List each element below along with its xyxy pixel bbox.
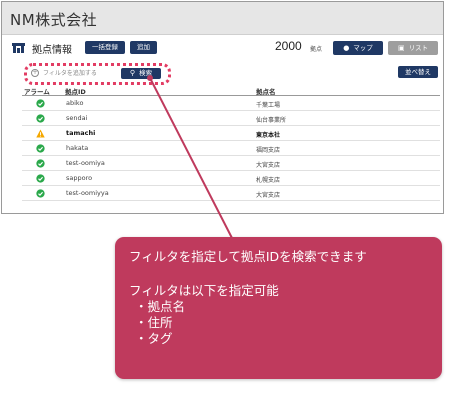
location-name-cell: 大宮支店 [256, 162, 281, 169]
callout-box: フィルタを指定して拠点IDを検索できます フィルタは以下を指定可能 ・拠点名 ・… [115, 237, 442, 379]
search-button[interactable]: ⚲ 検索 [121, 68, 161, 79]
ok-check-icon [36, 174, 45, 183]
ok-check-icon [36, 159, 45, 168]
location-name-cell: 仙台事業所 [256, 117, 287, 124]
ok-check-icon [36, 114, 45, 123]
warning-icon [36, 129, 45, 138]
ok-check-icon [36, 189, 45, 198]
location-name-cell: 大宮支店 [256, 192, 281, 199]
location-name-cell: 福岡支店 [256, 147, 281, 154]
location-id-cell: test-oomiyya [66, 189, 109, 197]
table-row[interactable]: tamachi 東京本社 [22, 126, 440, 141]
map-view-label: マップ [353, 44, 373, 52]
location-id-cell: abiko [66, 99, 84, 107]
location-id-cell: test-oomiya [66, 159, 105, 167]
table-row[interactable]: hakata 福岡支店 [22, 141, 440, 156]
map-view-button[interactable]: ● マップ [333, 41, 383, 55]
page-title: 拠点情報 [32, 45, 72, 56]
add-button[interactable]: 追加 [130, 41, 157, 54]
filter-input[interactable]: + フィルタを追加する [31, 68, 115, 80]
table-row[interactable]: sapporo 札幌支店 [22, 171, 440, 186]
callout-line-1: フィルタを指定して拠点IDを検索できます [129, 249, 367, 264]
table-row[interactable]: sendai 仙台事業所 [22, 111, 440, 126]
map-pin-icon: ● [343, 44, 350, 52]
search-icon: ⚲ [129, 69, 136, 77]
location-id-cell: sapporo [66, 174, 93, 182]
header-alarm: アラーム [24, 88, 50, 96]
location-icon [12, 43, 25, 53]
table-header: アラーム 拠点ID 拠点名 [22, 85, 440, 96]
callout-item: ・住所 [135, 315, 173, 330]
location-table: アラーム 拠点ID 拠点名 abiko 千葉工場 sendai 仙台事業所 tamach… [22, 85, 440, 201]
bulk-register-button[interactable]: 一括登録 [85, 41, 125, 54]
location-name-cell: 東京本社 [256, 132, 281, 139]
sort-button[interactable]: 並べ替え [398, 66, 438, 78]
app-window: NM株式会社 拠点情報 一括登録 追加 2000 拠点 ● マップ ▣ リスト + … [1, 1, 444, 214]
app-header: NM株式会社 [2, 2, 443, 35]
location-name-cell: 札幌支店 [256, 177, 281, 184]
location-id-cell: sendai [66, 114, 88, 122]
callout-item: ・タグ [135, 331, 173, 346]
list-view-label: リスト [408, 44, 429, 52]
ok-check-icon [36, 99, 45, 108]
location-id-cell: tamachi [66, 129, 96, 137]
callout-item: ・拠点名 [135, 299, 186, 314]
search-label: 検索 [139, 69, 153, 77]
table-body: abiko 千葉工場 sendai 仙台事業所 tamachi 東京本社 hakata 福岡支… [22, 96, 440, 201]
table-row[interactable]: test-oomiya 大宮支店 [22, 156, 440, 171]
location-count: 2000 [275, 39, 302, 53]
header-location-id: 拠点ID [65, 88, 86, 96]
filter-placeholder: フィルタを追加する [43, 70, 97, 77]
location-name-cell: 千葉工場 [256, 102, 281, 109]
company-name: NM株式会社 [10, 11, 98, 29]
add-filter-icon: + [31, 69, 39, 77]
header-location-name: 拠点名 [256, 88, 276, 96]
location-id-cell: hakata [66, 144, 89, 152]
table-row[interactable]: abiko 千葉工場 [22, 96, 440, 111]
ok-check-icon [36, 144, 45, 153]
list-view-button[interactable]: ▣ リスト [388, 41, 438, 55]
callout-line-2: フィルタは以下を指定可能 [129, 283, 279, 298]
toolbar: 拠点情報 一括登録 追加 2000 拠点 ● マップ ▣ リスト [2, 36, 443, 60]
list-icon: ▣ [397, 44, 405, 52]
location-count-unit: 拠点 [310, 46, 323, 53]
table-row[interactable]: test-oomiyya 大宮支店 [22, 186, 440, 201]
